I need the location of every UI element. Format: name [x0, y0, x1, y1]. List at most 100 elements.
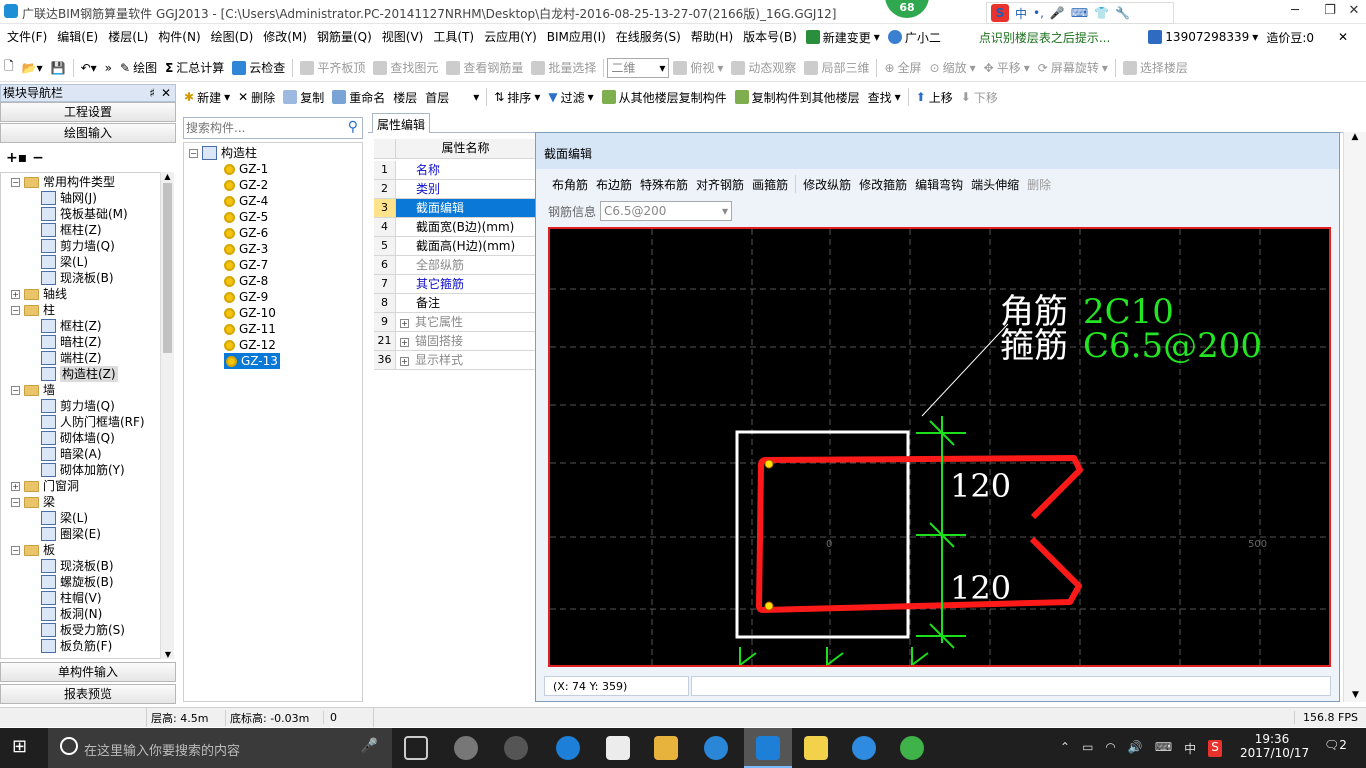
- more-icon[interactable]: »: [101, 57, 116, 79]
- dynamic-view-button[interactable]: 动态观察: [727, 57, 800, 79]
- right-scrollbar[interactable]: ▲ ▼: [1343, 132, 1366, 702]
- collapse-icon[interactable]: −: [11, 385, 20, 395]
- move-up-button[interactable]: ⬆ 上移: [912, 86, 957, 108]
- menu-item[interactable]: 钢筋量(Q): [312, 25, 377, 49]
- expand-icon[interactable]: +: [11, 481, 20, 491]
- property-row[interactable]: 21 + 锚固搭接: [374, 332, 535, 351]
- component-item[interactable]: GZ-1: [224, 161, 268, 177]
- wifi-icon[interactable]: ◠: [1105, 740, 1115, 757]
- menu-item[interactable]: 在线服务(S): [611, 25, 686, 49]
- section-canvas[interactable]: 0 500 120 120 角筋 2C10 箍筋 C6.5@200: [548, 227, 1331, 667]
- collapse-icon[interactable]: −: [11, 545, 20, 555]
- search-icon[interactable]: ⚲: [348, 119, 358, 135]
- ie-browser-icon[interactable]: [704, 736, 728, 760]
- swirl-app-icon[interactable]: [504, 736, 528, 760]
- filter-button[interactable]: ▼ 过滤 ▾: [544, 86, 597, 108]
- nav-close-icon[interactable]: ✕: [161, 85, 171, 101]
- ime-tools-icon[interactable]: 🔧: [1115, 6, 1130, 20]
- nav-tree-item[interactable]: 梁(L): [41, 510, 88, 526]
- property-row[interactable]: 36 + 显示样式: [374, 351, 535, 370]
- view-mode-select[interactable]: 二维 ▾: [607, 57, 670, 78]
- nav-tree-item[interactable]: 人防门框墙(RF): [41, 414, 145, 430]
- scroll-up-icon[interactable]: ▲: [161, 172, 174, 181]
- nav-tree-item[interactable]: 螺旋板(B): [41, 574, 114, 590]
- notes-app-icon[interactable]: [804, 736, 828, 760]
- collapse-icon[interactable]: −: [189, 148, 198, 158]
- new-component-button[interactable]: ✱ 新建 ▾: [180, 86, 234, 108]
- collapse-icon[interactable]: −: [11, 305, 20, 315]
- copy-component-button[interactable]: 复制: [279, 86, 328, 108]
- glodon-app-icon[interactable]: [852, 736, 876, 760]
- flush-slab-button[interactable]: 平齐板顶: [296, 57, 369, 79]
- tray-expand-icon[interactable]: ⌃: [1060, 740, 1070, 757]
- task-view-icon[interactable]: [404, 736, 428, 760]
- volume-icon[interactable]: 🔊: [1128, 740, 1143, 757]
- speed-badge[interactable]: 68: [885, 0, 929, 18]
- menu-close-icon[interactable]: ✕: [1334, 26, 1352, 48]
- expand-icon[interactable]: +: [400, 319, 409, 328]
- sogou-tray-icon[interactable]: S: [1208, 740, 1222, 757]
- nav-tree-item[interactable]: 现浇板(B): [41, 270, 114, 286]
- nav-tree-group[interactable]: − 柱: [11, 302, 55, 318]
- component-item[interactable]: GZ-10: [224, 305, 276, 321]
- taskbar-search-box[interactable]: 在这里输入你要搜索的内容 🎤: [48, 728, 392, 768]
- nav-tree-item[interactable]: 框柱(Z): [41, 222, 102, 238]
- cloud-check-button[interactable]: 云检查: [228, 57, 289, 79]
- nav-tree-item[interactable]: 轴网(J): [41, 190, 97, 206]
- section-drawing[interactable]: 0 500 120 120 角筋 2C10 箍筋 C6.5@200: [550, 229, 1329, 666]
- notification-center[interactable]: 🗨2: [1324, 738, 1347, 752]
- ime-skin-icon[interactable]: 👕: [1094, 6, 1109, 20]
- expand-all-icon[interactable]: +▪ −: [6, 150, 44, 166]
- hint-link[interactable]: 点识别楼层表之后提示...: [975, 26, 1114, 48]
- property-row[interactable]: 6 全部纵筋: [374, 256, 535, 275]
- component-item[interactable]: GZ-11: [224, 321, 276, 337]
- nav-tree-group[interactable]: − 板: [11, 542, 55, 558]
- nav-tree-item[interactable]: 暗梁(A): [41, 446, 102, 462]
- local-3d-button[interactable]: 局部三维: [800, 57, 873, 79]
- minimize-button[interactable]: ─: [1272, 0, 1318, 24]
- menu-item[interactable]: BIM应用(I): [542, 25, 611, 49]
- project-settings-button[interactable]: 工程设置: [0, 102, 176, 122]
- view-rebar-button[interactable]: 查看钢筋量: [442, 57, 527, 79]
- touch-keyboard-icon[interactable]: ⌨: [1155, 740, 1172, 757]
- section-tool-button[interactable]: 修改纵筋: [799, 173, 855, 195]
- collapse-icon[interactable]: −: [11, 177, 20, 187]
- nav-tree-group[interactable]: + 轴线: [11, 286, 67, 302]
- corner-rebar-top[interactable]: [764, 459, 774, 469]
- nav-tree-item[interactable]: 圈梁(E): [41, 526, 101, 542]
- nav-tree-item[interactable]: 板洞(N): [41, 606, 102, 622]
- component-item[interactable]: GZ-9: [224, 289, 268, 305]
- collapse-icon[interactable]: −: [11, 497, 20, 507]
- corner-rebar-bottom[interactable]: [764, 601, 774, 611]
- nav-tree-group[interactable]: − 墙: [11, 382, 55, 398]
- nav-tree-item[interactable]: 剪力墙(Q): [41, 398, 115, 414]
- tab-property-edit[interactable]: 属性编辑: [372, 113, 431, 133]
- menu-item[interactable]: 修改(M): [258, 25, 312, 49]
- section-tool-button[interactable]: 对齐钢筋: [692, 173, 748, 195]
- draw-button[interactable]: ✎ 绘图: [116, 57, 161, 79]
- windows-start-icon[interactable]: ⊞: [12, 736, 36, 760]
- save-icon[interactable]: 💾: [47, 57, 70, 79]
- fullscreen-button[interactable]: ⊕ 全屏: [880, 57, 925, 79]
- maximize-button[interactable]: ❐: [1318, 0, 1342, 24]
- nav-tree-item[interactable]: 板负筋(F): [41, 638, 112, 654]
- property-row[interactable]: 3 截面编辑: [374, 199, 535, 218]
- ggj-active-app-icon[interactable]: [744, 728, 792, 768]
- property-row[interactable]: 2 类别: [374, 180, 535, 199]
- menu-item[interactable]: 绘图(D): [206, 25, 259, 49]
- microphone-icon[interactable]: 🎤: [361, 738, 378, 754]
- section-tool-button[interactable]: 布边筋: [592, 173, 636, 195]
- new-file-icon[interactable]: 🗋: [0, 57, 18, 79]
- nav-scroll-thumb[interactable]: [163, 183, 172, 353]
- section-tool-button[interactable]: 删除: [1023, 173, 1055, 195]
- property-row[interactable]: 8 备注: [374, 294, 535, 313]
- nav-tree-item[interactable]: 现浇板(B): [41, 558, 114, 574]
- top-view-button[interactable]: 俯视 ▾: [669, 57, 727, 79]
- component-item[interactable]: GZ-2: [224, 177, 268, 193]
- nav-tree-item[interactable]: 筏板基础(M): [41, 206, 128, 222]
- component-item[interactable]: GZ-4: [224, 193, 268, 209]
- delete-component-button[interactable]: ✕ 删除: [234, 86, 279, 108]
- network-icon[interactable]: ▭: [1082, 740, 1093, 757]
- nav-tree-item[interactable]: 板受力筋(S): [41, 622, 125, 638]
- pin-icon[interactable]: ♯: [149, 85, 155, 101]
